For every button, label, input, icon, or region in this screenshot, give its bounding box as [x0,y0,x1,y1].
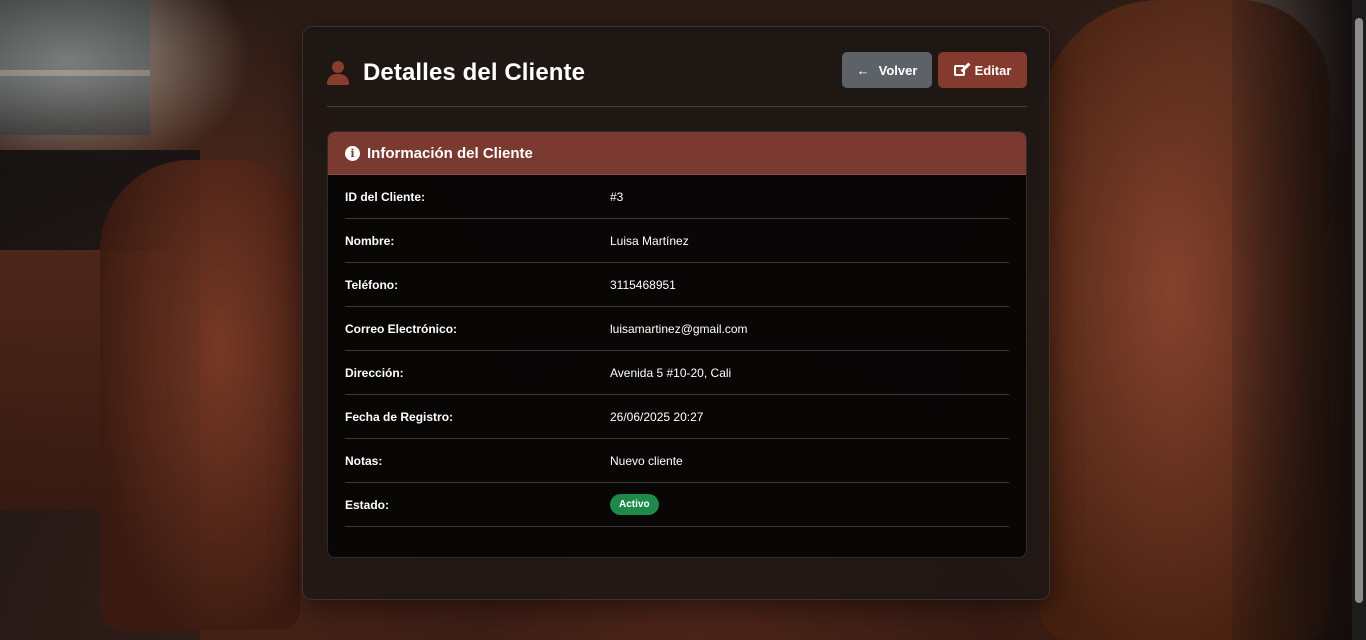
arrow-left-icon: ← [856,62,870,78]
info-label: Correo Electrónico: [345,321,458,336]
info-value: Avenida 5 #10-20, Cali [610,365,732,380]
info-value: 3115468951 [610,277,676,292]
info-label: Estado: [345,497,390,512]
client-details-panel: Detalles del Cliente ← Volver Editar i I… [302,26,1050,600]
edit-button[interactable]: Editar [938,52,1027,88]
info-row-name: Nombre: Luisa Martínez [345,219,1009,263]
status-badge: Activo [610,494,659,515]
info-row-phone: Teléfono: 3115468951 [345,263,1009,307]
info-value: 26/06/2025 20:27 [610,409,704,424]
info-value: #3 [610,189,624,204]
info-row-notes: Notas: Nuevo cliente [345,439,1009,483]
info-row-status: Estado: Activo [345,483,1009,527]
info-value: Luisa Martínez [610,233,689,248]
info-row-address: Dirección: Avenida 5 #10-20, Cali [345,351,1009,395]
user-icon [327,61,349,85]
info-row-registration-date: Fecha de Registro: 26/06/2025 20:27 [345,395,1009,439]
scrollbar[interactable] [1352,0,1366,640]
info-label: Fecha de Registro: [345,409,454,424]
card-header: i Información del Cliente [328,132,1026,175]
edit-icon [953,64,965,76]
back-button-label: Volver [878,62,918,78]
info-row-id: ID del Cliente: #3 [345,175,1009,219]
page-title-group: Detalles del Cliente [327,59,585,87]
info-value: Nuevo cliente [610,453,683,468]
background-pillar [1232,0,1352,640]
background-seat-left [100,160,300,630]
client-info-rows: ID del Cliente: #3 Nombre: Luisa Martíne… [328,175,1026,527]
scrollbar-thumb[interactable] [1355,18,1363,603]
client-info-card: i Información del Cliente ID del Cliente… [327,131,1027,558]
info-label: ID del Cliente: [345,189,426,204]
card-title: Información del Cliente [367,144,533,162]
edit-button-label: Editar [974,62,1012,78]
page-title: Detalles del Cliente [363,59,586,86]
page-header: Detalles del Cliente ← Volver Editar [327,51,1027,107]
info-label: Notas: [345,453,383,468]
background-window [0,0,150,135]
info-label: Dirección: [345,365,404,380]
info-label: Teléfono: [345,277,399,292]
info-value: luisamartinez@gmail.com [610,321,748,336]
back-button[interactable]: ← Volver [842,52,932,88]
info-label: Nombre: [345,233,395,248]
info-row-email: Correo Electrónico: luisamartinez@gmail.… [345,307,1009,351]
info-circle-icon: i [345,145,360,161]
